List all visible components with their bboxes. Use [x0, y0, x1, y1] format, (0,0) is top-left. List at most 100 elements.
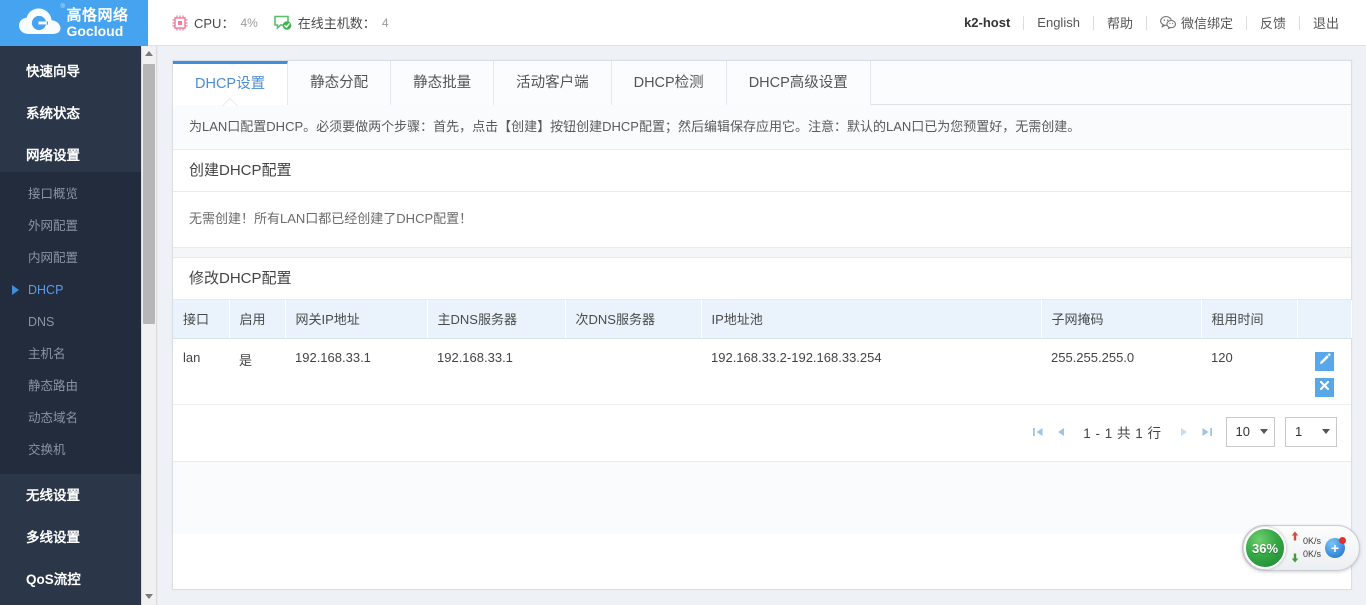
wechat-bind-link[interactable]: 微信绑定: [1147, 13, 1246, 32]
sidebar-item-qos[interactable]: QoS流控: [0, 564, 148, 596]
table-pagination: 1 - 1 共 1 行 10 1: [173, 404, 1351, 462]
help-link[interactable]: 帮助: [1094, 13, 1146, 32]
arrow-down-icon: [1291, 550, 1299, 568]
dhcp-panel: DHCP设置 静态分配 静态批量 活动客户端 DHCP检测 DHCP高级设置 为…: [172, 60, 1352, 590]
edit-row-button[interactable]: [1314, 351, 1334, 371]
last-page-icon[interactable]: [1198, 423, 1216, 441]
scroll-up-arrow-icon[interactable]: [142, 46, 156, 62]
sidebar-item-lan-config[interactable]: 内网配置: [0, 242, 148, 274]
cell-actions: [1297, 338, 1351, 405]
sidebar-item-interface-overview[interactable]: 接口概览: [0, 178, 148, 210]
dhcp-notice-text: 为LAN口配置DHCP。必须要做两个步骤：首先，点击【创建】按钮创建DHCP配置…: [173, 105, 1351, 151]
tab-dhcp-detection[interactable]: DHCP检测: [611, 61, 727, 105]
cloud-logo-icon: [19, 8, 61, 38]
online-host-label: 在线主机数：: [297, 16, 376, 31]
sidebar-item-dns[interactable]: DNS: [0, 306, 148, 338]
registered-mark: ®: [60, 3, 65, 10]
col-primary-dns: 主DNS服务器: [427, 300, 566, 339]
dhcp-table: 接口 启用 网关IP地址 主DNS服务器 次DNS服务器 IP地址池 子网掩码 …: [173, 300, 1352, 405]
cell-interface: lan: [173, 338, 229, 405]
scroll-down-arrow-icon[interactable]: [142, 589, 156, 605]
col-secondary-dns: 次DNS服务器: [565, 300, 702, 339]
tab-dhcp-advanced[interactable]: DHCP高级设置: [726, 61, 871, 105]
tab-static-batch[interactable]: 静态批量: [391, 61, 495, 105]
table-header-row: 接口 启用 网关IP地址 主DNS服务器 次DNS服务器 IP地址池 子网掩码 …: [173, 300, 1352, 339]
next-page-icon[interactable]: [1175, 423, 1193, 441]
sidebar-item-network-settings[interactable]: 网络设置: [0, 140, 148, 172]
col-gateway-ip: 网关IP地址: [285, 300, 428, 339]
cell-primary-dns: 192.168.33.1: [427, 338, 565, 405]
cpu-value: 4%: [240, 15, 258, 30]
sidebar-scrollbar[interactable]: [141, 46, 157, 605]
sidebar-item-ddns[interactable]: 动态域名: [0, 402, 148, 434]
sidebar-nav: 快速向导 系统状态 网络设置 接口概览 外网配置 内网配置 DHCP DNS 主…: [0, 46, 148, 605]
col-ip-pool: IP地址池: [701, 300, 1042, 339]
chevron-down-icon: [1322, 429, 1330, 435]
cell-secondary-dns: [565, 338, 701, 405]
sidebar-item-quick-wizard[interactable]: 快速向导: [0, 56, 148, 88]
cell-ip-pool: 192.168.33.2-192.168.33.254: [701, 338, 1041, 405]
scrollbar-thumb[interactable]: [143, 64, 155, 324]
sidebar-item-wan-config[interactable]: 外网配置: [0, 210, 148, 242]
language-switch-link[interactable]: English: [1024, 15, 1093, 30]
tab-dhcp-settings[interactable]: DHCP设置: [173, 61, 289, 106]
col-interface: 接口: [173, 300, 230, 339]
page-size-value: 10: [1235, 424, 1250, 440]
prev-page-icon[interactable]: [1052, 423, 1070, 441]
brand-name-cn: 高恪网络: [66, 6, 129, 24]
col-netmask: 子网掩码: [1041, 300, 1202, 339]
header-right-menu: k2-host English 帮助 微信绑定 反馈 退出: [964, 13, 1352, 32]
sidebar-item-wireless-settings[interactable]: 无线设置: [0, 480, 148, 512]
create-dhcp-section-title: 创建DHCP配置: [173, 150, 1351, 193]
table-row: lan 是 192.168.33.1 192.168.33.1 192.168.…: [173, 338, 1351, 405]
sidebar-item-hostname[interactable]: 主机名: [0, 338, 148, 370]
arrow-up-icon: [1291, 528, 1299, 546]
cpu-icon: [172, 15, 188, 31]
cpu-label: CPU：: [194, 16, 235, 31]
wechat-icon: [1160, 16, 1177, 30]
dhcp-tab-bar: DHCP设置 静态分配 静态批量 活动客户端 DHCP检测 DHCP高级设置: [173, 61, 1351, 106]
create-dhcp-message: 无需创建！所有LAN口都已经创建了DHCP配置！: [173, 192, 1351, 249]
col-lease-time: 租用时间: [1201, 300, 1298, 339]
cpu-status: CPU： 4%: [172, 13, 258, 32]
tab-static-allocation[interactable]: 静态分配: [288, 61, 392, 105]
page-number-select[interactable]: 1: [1285, 416, 1337, 447]
usage-percent-gauge: 36%: [1244, 527, 1286, 569]
col-actions: [1297, 300, 1352, 339]
cell-gateway-ip: 192.168.33.1: [285, 338, 427, 405]
tab-active-clients[interactable]: 活动客户端: [494, 61, 612, 105]
online-host-value: 4: [381, 15, 389, 30]
sidebar-item-multiline-settings[interactable]: 多线设置: [0, 522, 148, 554]
sidebar-item-static-route[interactable]: 静态路由: [0, 370, 148, 402]
plus-badge-icon[interactable]: +: [1325, 537, 1347, 558]
feedback-link[interactable]: 反馈: [1247, 13, 1299, 32]
top-header-bar: ® 高恪网络 Gocloud CPU： 4% 在线主机数： 4 k2-host …: [0, 0, 1366, 46]
sidebar-item-dhcp[interactable]: DHCP: [0, 274, 148, 306]
cell-enabled: 是: [229, 338, 285, 405]
section-divider: [173, 248, 1351, 259]
page-number-value: 1: [1295, 424, 1303, 440]
first-page-icon[interactable]: [1029, 423, 1047, 441]
cell-netmask: 255.255.255.0: [1041, 338, 1201, 405]
logout-link[interactable]: 退出: [1300, 13, 1352, 32]
sidebar-item-switch[interactable]: 交换机: [0, 434, 148, 466]
chevron-down-icon: [1260, 429, 1268, 435]
online-host-status: 在线主机数： 4: [273, 13, 389, 32]
delete-row-button[interactable]: [1314, 377, 1334, 397]
page-size-select[interactable]: 10: [1225, 416, 1275, 447]
notification-dot: [1339, 537, 1347, 544]
modify-dhcp-section-title: 修改DHCP配置: [173, 258, 1351, 301]
rate-display: 0K/s 0K/s: [1291, 528, 1321, 568]
header-status-group: CPU： 4% 在线主机数： 4: [172, 13, 389, 32]
upload-rate-value: 0K/s: [1303, 536, 1322, 546]
online-host-icon: [273, 15, 292, 31]
brand-logo[interactable]: ® 高恪网络 Gocloud: [0, 0, 148, 46]
cell-lease-time: 120: [1201, 338, 1297, 405]
network-speed-widget[interactable]: 36% 0K/s 0K/s +: [1242, 525, 1360, 571]
wechat-bind-label: 微信绑定: [1180, 16, 1233, 31]
col-enabled: 启用: [229, 300, 286, 339]
current-host-label: k2-host: [964, 15, 1011, 30]
sidebar-item-system-status[interactable]: 系统状态: [0, 98, 148, 130]
pagination-range-label: 1 - 1 共 1 行: [1083, 425, 1162, 441]
main-content-area: DHCP设置 静态分配 静态批量 活动客户端 DHCP检测 DHCP高级设置 为…: [158, 46, 1366, 605]
